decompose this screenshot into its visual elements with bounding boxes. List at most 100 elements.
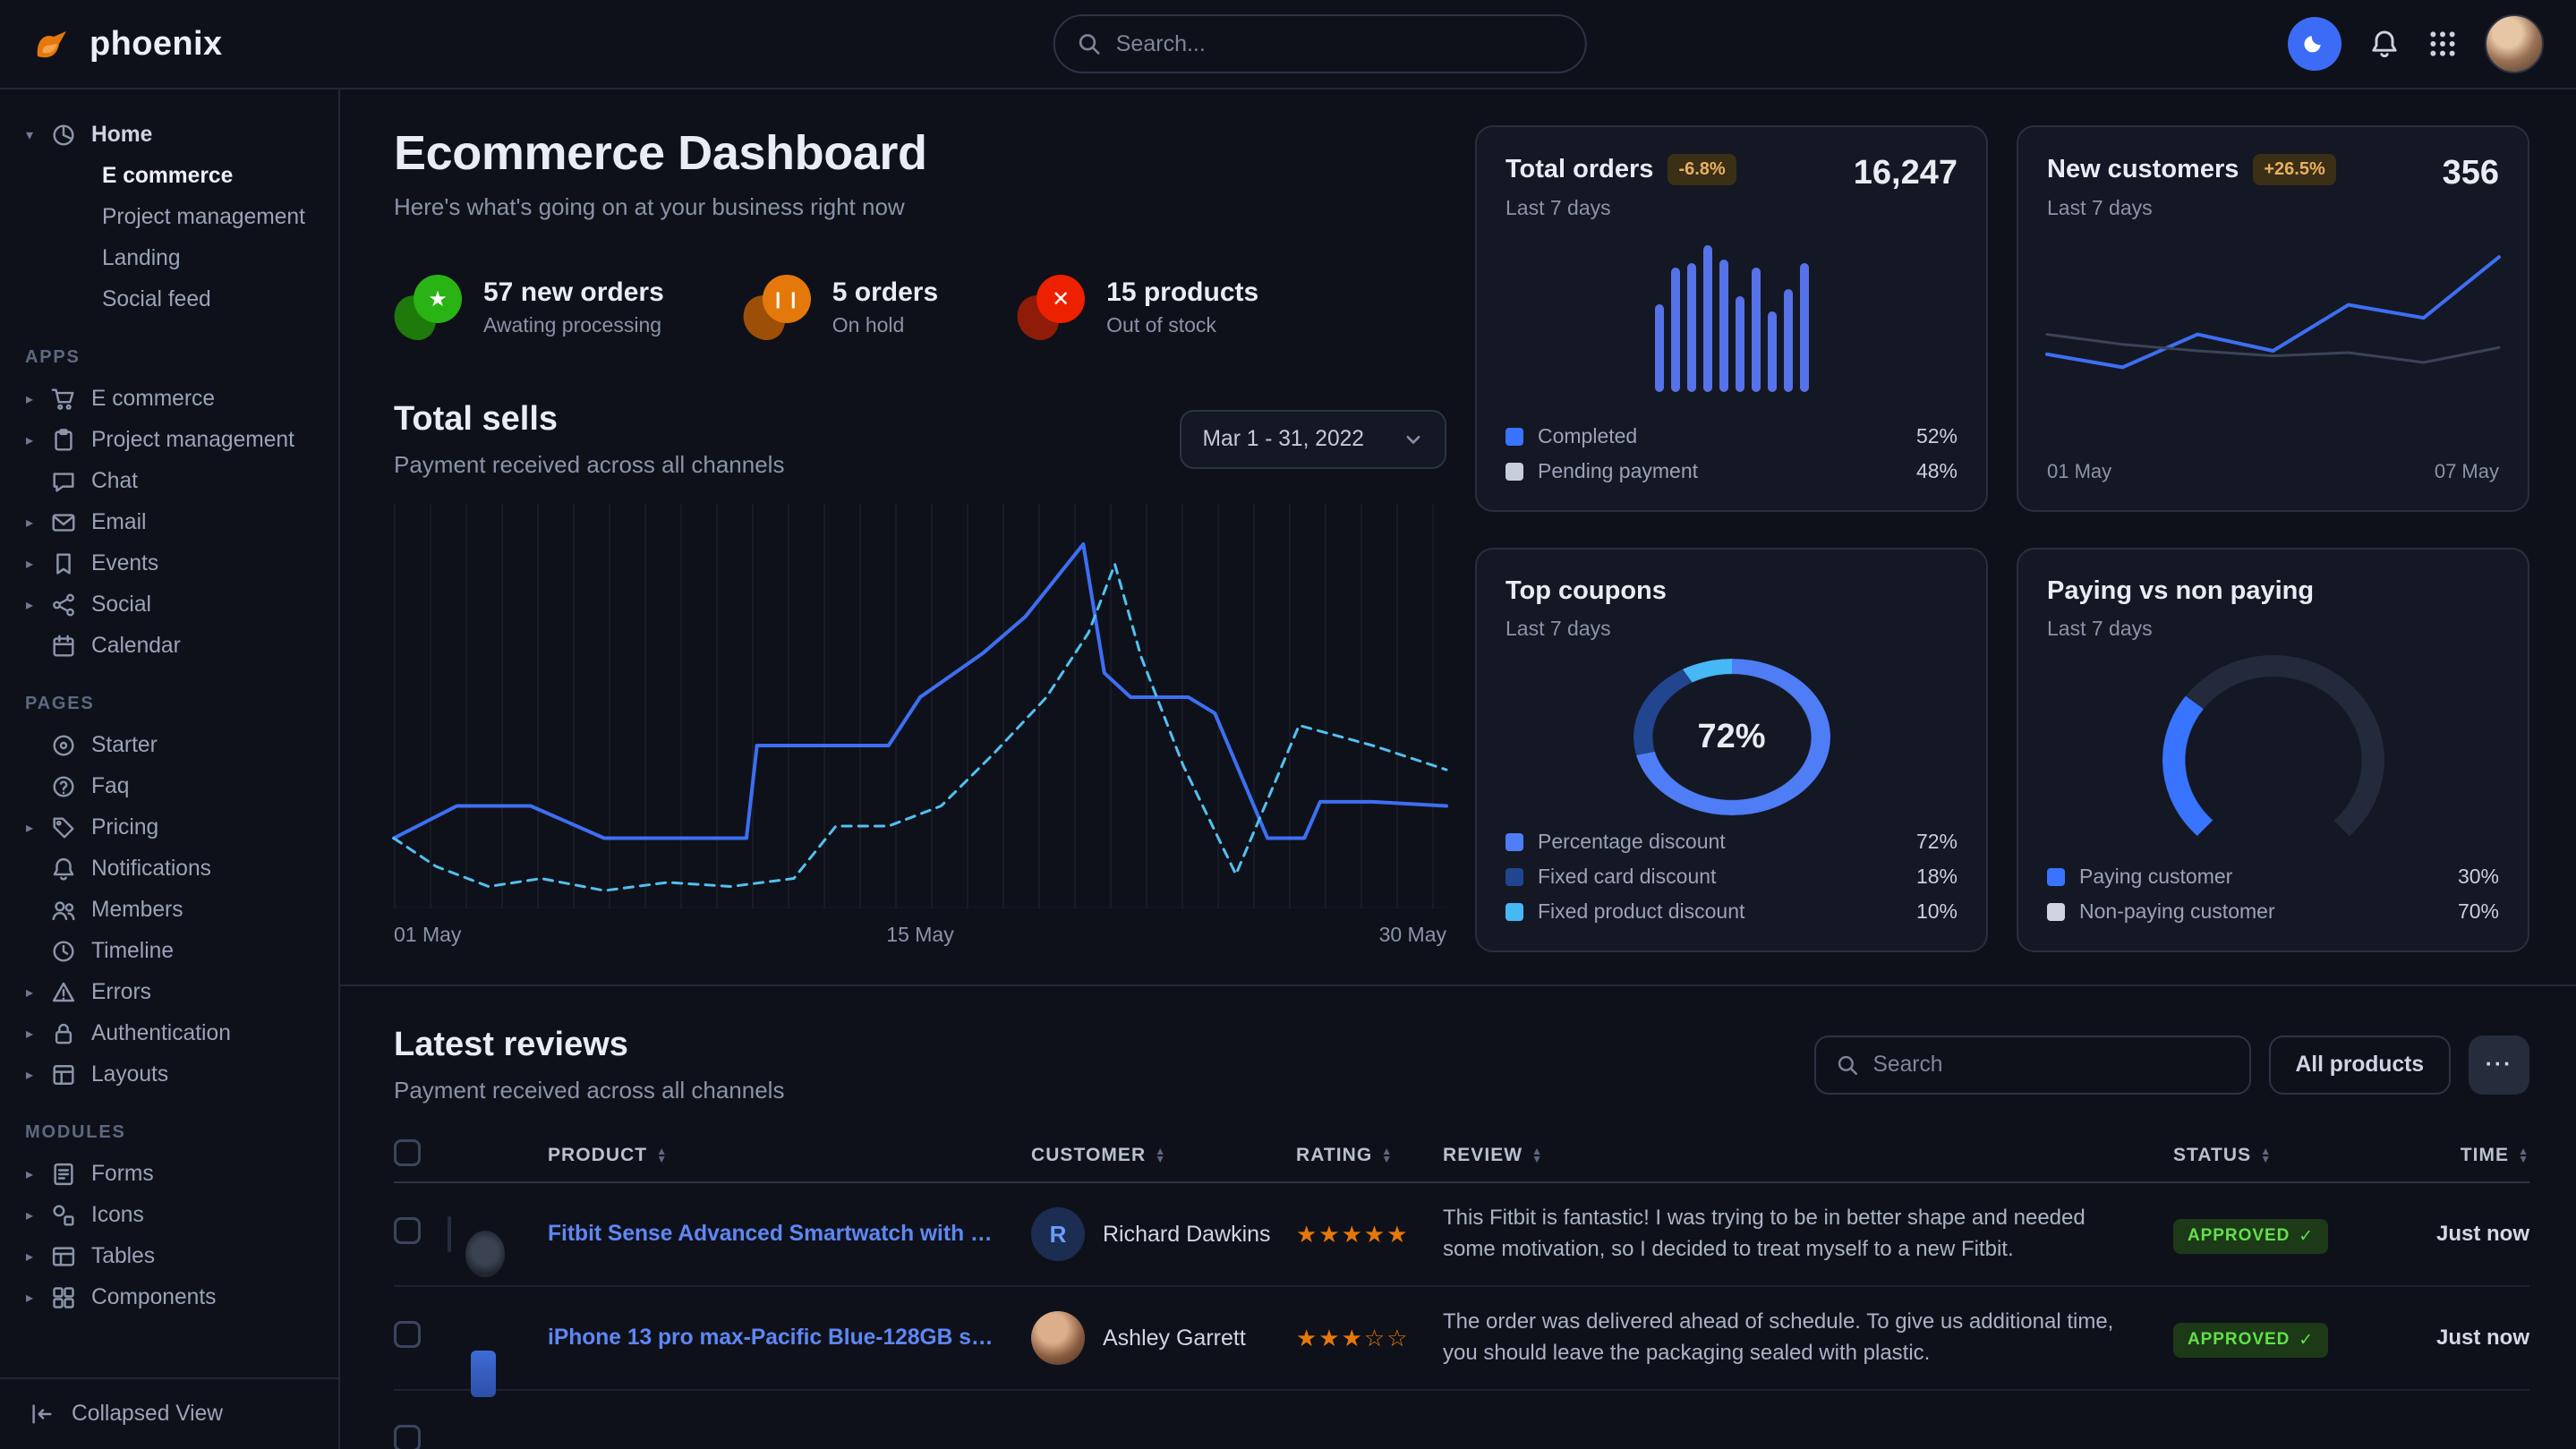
total-sells-title: Total sells: [394, 400, 784, 439]
review-text: The order was delivered ahead of schedul…: [1443, 1307, 2173, 1369]
check-icon: ✓: [2299, 1330, 2314, 1351]
column-header-customer[interactable]: CUSTOMER▲▼: [1031, 1145, 1296, 1166]
card-title: Top coupons: [1506, 576, 1958, 606]
sidebar-item-label: Pricing: [91, 815, 158, 840]
clock-icon: [50, 938, 79, 965]
check-icon: ✓: [2299, 1226, 2314, 1247]
sidebar-item-forms[interactable]: ▸ Forms: [21, 1154, 317, 1195]
column-header-product[interactable]: PRODUCT▲▼: [548, 1145, 1031, 1166]
column-header-status[interactable]: STATUS▲▼: [2173, 1145, 2384, 1166]
sidebar-item-calendar[interactable]: Calendar: [21, 626, 317, 667]
date-range-select[interactable]: Mar 1 - 31, 2022: [1180, 410, 1446, 469]
sidebar-item-authentication[interactable]: ▸ Authentication: [21, 1013, 317, 1054]
sidebar-item-chat[interactable]: Chat: [21, 461, 317, 502]
review-row-fitbit: Fitbit Sense Advanced Smartwatch with To…: [394, 1183, 2529, 1287]
column-header-review[interactable]: REVIEW▲▼: [1443, 1145, 2173, 1166]
sidebar-item-notifications[interactable]: Notifications: [21, 848, 317, 890]
alert-triangle-icon: [50, 979, 79, 1006]
apps-grid-button[interactable]: [2427, 29, 2458, 59]
sidebar-item-icons[interactable]: ▸ Icons: [21, 1195, 317, 1236]
reviews-search[interactable]: [1814, 1036, 2251, 1095]
paying-vs-nonpaying-card: Paying vs non paying Last 7 days Paying …: [2017, 548, 2529, 952]
theme-toggle-button[interactable]: [2288, 17, 2341, 71]
sidebar-item-components[interactable]: ▸ Components: [21, 1277, 317, 1318]
select-all-checkbox[interactable]: [394, 1139, 421, 1166]
sidebar-item-project-management-dashboard[interactable]: Project management: [21, 197, 317, 238]
latest-reviews-subtitle: Payment received across all channels: [394, 1077, 784, 1104]
order-stats: ★ 57 new ordersAwating processing ❙❙ 5 o…: [394, 275, 1446, 339]
sidebar-item-home[interactable]: ▾ Home: [21, 115, 317, 156]
sidebar-item-label: Errors: [91, 980, 151, 1005]
new-customers-badge: +26.5%: [2253, 154, 2335, 185]
cart-icon: [50, 386, 79, 413]
customer-avatar-initial[interactable]: R: [1031, 1207, 1085, 1261]
row-checkbox[interactable]: [394, 1321, 421, 1348]
product-link[interactable]: Fitbit Sense Advanced Smartwatch with To…: [548, 1222, 1031, 1247]
sidebar-item-pricing[interactable]: ▸ Pricing: [21, 807, 317, 848]
collapsed-view-toggle[interactable]: Collapsed View: [0, 1377, 338, 1449]
sidebar-item-label: Project management: [91, 428, 294, 453]
legend-percentage-discount: Percentage discount 72%: [1506, 830, 1958, 854]
sidebar-item-events[interactable]: ▸ Events: [21, 543, 317, 584]
reviews-search-input[interactable]: [1873, 1053, 2230, 1078]
page-subtitle: Here's what's going on at your business …: [394, 193, 1446, 221]
sidebar-item-members[interactable]: Members: [21, 890, 317, 931]
card-title: New customers: [2047, 155, 2239, 184]
sidebar-item-starter[interactable]: Starter: [21, 725, 317, 766]
caret-right-icon: ▸: [21, 1165, 38, 1183]
row-checkbox[interactable]: [394, 1425, 421, 1449]
global-search-input[interactable]: [1116, 31, 1564, 57]
notifications-bell-button[interactable]: [2368, 28, 2401, 60]
column-header-time[interactable]: TIME▲▼: [2384, 1145, 2529, 1166]
sidebar-item-social[interactable]: ▸ Social: [21, 584, 317, 626]
paying-gauge-chart: [2162, 655, 2384, 865]
sidebar-item-project-management-app[interactable]: ▸ Project management: [21, 420, 317, 461]
latest-reviews-title: Latest reviews: [394, 1026, 784, 1064]
mail-icon: [50, 509, 79, 536]
sidebar-item-errors[interactable]: ▸ Errors: [21, 972, 317, 1013]
bookmark-icon: [50, 550, 79, 577]
new-orders-star-icon: ★: [394, 275, 462, 339]
customer-avatar-photo[interactable]: [1031, 1311, 1085, 1365]
sidebar-item-timeline[interactable]: Timeline: [21, 931, 317, 972]
sidebar-item-label: Events: [91, 551, 158, 576]
sidebar-item-landing[interactable]: Landing: [21, 238, 317, 279]
chevron-down-icon: [1403, 430, 1423, 449]
sidebar-item-email[interactable]: ▸ Email: [21, 502, 317, 543]
sidebar-item-label: Email: [91, 510, 147, 535]
search-icon: [1836, 1053, 1859, 1077]
brand-name: phoenix: [90, 25, 222, 64]
review-time: Just now: [2384, 1325, 2529, 1351]
sidebar-item-faq[interactable]: Faq: [21, 766, 317, 807]
sidebar-item-label: Tables: [91, 1244, 155, 1269]
all-products-button[interactable]: All products: [2269, 1036, 2451, 1095]
brand-logo[interactable]: phoenix: [32, 22, 222, 65]
caret-right-icon: ▸: [21, 1206, 38, 1224]
sidebar-item-label: Authentication: [91, 1021, 231, 1046]
review-text: This Fitbit is fantastic! I was trying t…: [1443, 1203, 2173, 1266]
total-sells-subtitle: Payment received across all channels: [394, 451, 784, 479]
sidebar-item-social-feed[interactable]: Social feed: [21, 279, 317, 320]
sidebar-item-layouts[interactable]: ▸ Layouts: [21, 1054, 317, 1095]
total-orders-value: 16,247: [1854, 154, 1958, 192]
sidebar-item-label: Members: [91, 898, 183, 923]
product-thumbnail-watch[interactable]: [448, 1216, 451, 1252]
more-options-button[interactable]: ···: [2469, 1036, 2529, 1095]
pie-chart-icon: [50, 122, 79, 149]
sidebar-item-tables[interactable]: ▸ Tables: [21, 1236, 317, 1277]
sidebar-item-e-commerce-dashboard[interactable]: E commerce: [21, 156, 317, 197]
form-icon: [50, 1161, 79, 1188]
phoenix-logo-icon: [32, 22, 75, 65]
product-link[interactable]: iPhone 13 pro max-Pacific Blue-128GB sto…: [548, 1325, 1031, 1351]
caret-right-icon: ▸: [21, 431, 38, 449]
sidebar-item-label: Starter: [91, 733, 158, 758]
global-search[interactable]: [1053, 14, 1587, 73]
column-header-rating[interactable]: RATING▲▼: [1296, 1145, 1443, 1166]
sort-icon: ▲▼: [1381, 1147, 1393, 1163]
sidebar-item-ecommerce-app[interactable]: ▸ E commerce: [21, 379, 317, 420]
table-icon: [50, 1243, 79, 1270]
total-orders-bar-chart: [1506, 245, 1958, 392]
sort-icon: ▲▼: [656, 1147, 668, 1163]
row-checkbox[interactable]: [394, 1217, 421, 1244]
user-avatar[interactable]: [2485, 14, 2544, 73]
